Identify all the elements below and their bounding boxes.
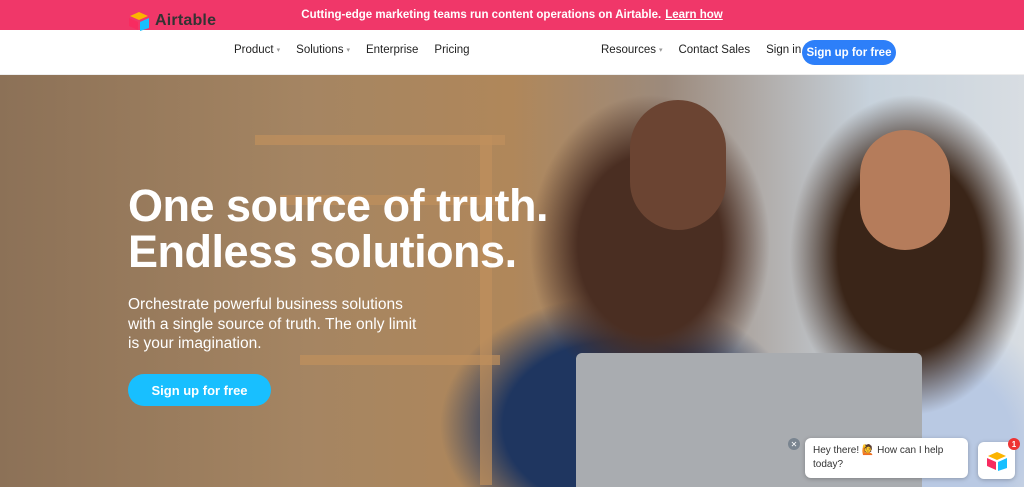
- chevron-down-icon: ▾: [346, 47, 350, 54]
- nav-item-contact-sales[interactable]: Contact Sales: [678, 44, 750, 56]
- hero-section: [0, 75, 1024, 487]
- airtable-logo[interactable]: Airtable: [128, 11, 216, 31]
- nav-item-label: Sign in: [766, 44, 802, 56]
- nav-signup-button[interactable]: Sign up for free: [802, 40, 896, 65]
- chevron-down-icon: ▾: [276, 47, 281, 54]
- hero-signup-button[interactable]: Sign up for free: [128, 374, 271, 406]
- nav-item-label: Pricing: [434, 44, 470, 56]
- nav-item-sign-in[interactable]: Sign in: [766, 44, 801, 56]
- nav-item-label: Enterprise: [365, 44, 419, 56]
- nav-item-product[interactable]: Product ▾: [234, 44, 280, 56]
- airtable-logo-icon: [986, 451, 1007, 471]
- chat-notification-badge: 1: [1008, 438, 1020, 450]
- nav-item-pricing[interactable]: Pricing: [434, 44, 469, 56]
- chat-bubble[interactable]: Hey there! 🙋 How can I help today?: [805, 438, 968, 478]
- promo-text: Cutting-edge marketing teams run content…: [301, 9, 662, 21]
- nav-menu-right: Resources ▾ Contact Sales Sign in: [601, 44, 801, 56]
- hero-bg-shelf: [300, 355, 500, 365]
- nav-item-label: Contact Sales: [678, 44, 751, 56]
- hero-headline-line-1: One source of truth.: [128, 180, 549, 231]
- nav-item-label: Product: [234, 44, 274, 56]
- promo-learn-how-link[interactable]: Learn how: [665, 9, 723, 21]
- hero-person-1: [630, 100, 726, 230]
- nav-menu-left: Product ▾ Solutions ▾ Enterprise Pricing: [234, 44, 470, 56]
- nav-item-solutions[interactable]: Solutions ▾: [296, 44, 350, 56]
- nav-item-resources[interactable]: Resources ▾: [601, 44, 662, 56]
- nav-item-label: Resources: [601, 44, 656, 56]
- chevron-down-icon: ▾: [658, 47, 663, 54]
- chat-close-icon[interactable]: ✕: [788, 438, 800, 450]
- hero-subhead: Orchestrate powerful business solutions …: [128, 296, 417, 352]
- airtable-logo-icon: [129, 12, 149, 31]
- nav-item-enterprise[interactable]: Enterprise: [366, 44, 418, 56]
- hero-headline-line-2: Endless solutions.: [128, 226, 517, 277]
- logo-text: Airtable: [155, 12, 217, 29]
- hero-bg-shelf: [255, 135, 505, 145]
- hero-person-2: [860, 130, 950, 250]
- nav-item-label: Solutions: [296, 44, 344, 56]
- hero-headline: One source of truth. Endless solutions.: [128, 180, 549, 277]
